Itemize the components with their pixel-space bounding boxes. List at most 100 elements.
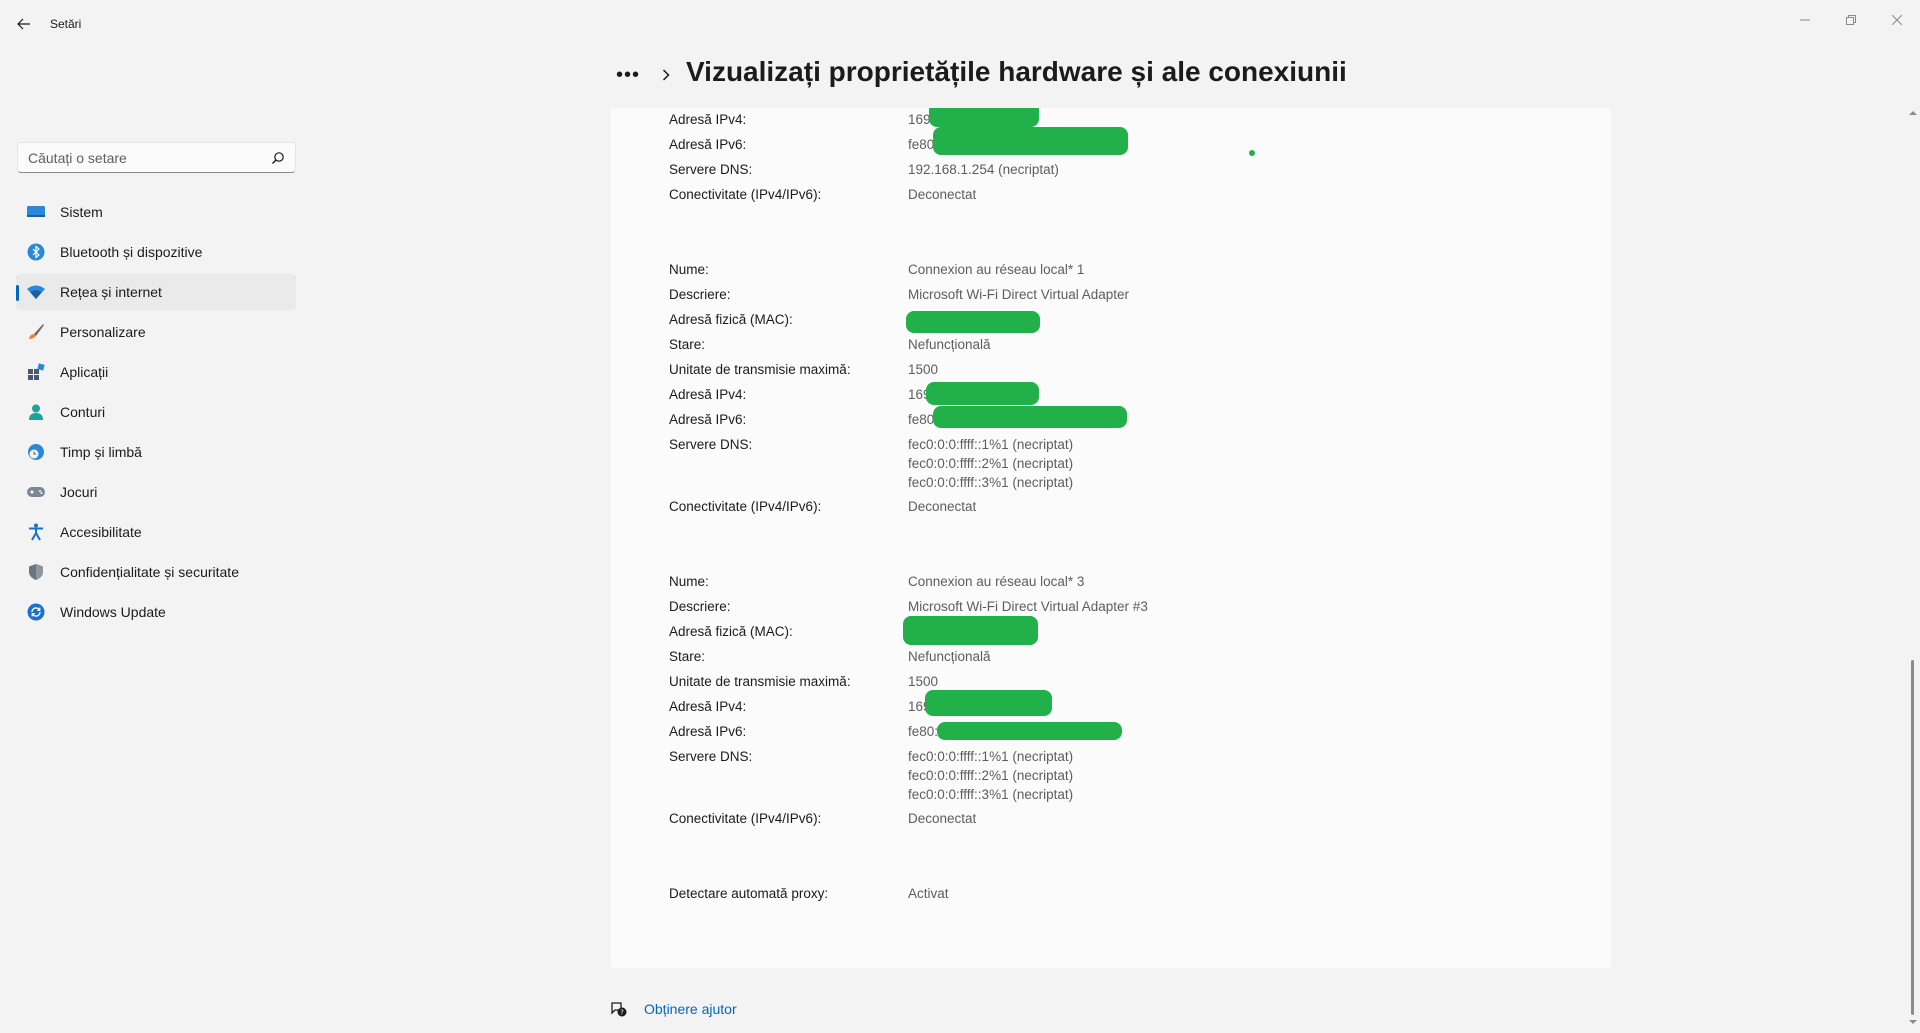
- property-label: Adresă fizică (MAC):: [669, 624, 793, 639]
- sidebar-item-label: Aplicații: [60, 364, 109, 380]
- sidebar-item-label: Conturi: [60, 404, 106, 420]
- properties-card: Adresă IPv4: 169 Adresă IPv6: fe80 Serve…: [611, 108, 1611, 968]
- property-value: 169: [908, 112, 931, 127]
- redaction-mark: [1249, 150, 1255, 156]
- redaction-mark: [933, 406, 1127, 428]
- property-label: Adresă IPv6:: [669, 412, 747, 427]
- redaction-mark: [906, 311, 1040, 333]
- sidebar-item-label: Bluetooth și dispozitive: [60, 244, 203, 260]
- property-label: Servere DNS:: [669, 749, 753, 764]
- property-value: Microsoft Wi-Fi Direct Virtual Adapter #…: [908, 599, 1148, 614]
- sidebar-item-label: Confidențialitate și securitate: [60, 564, 239, 580]
- property-value: Activat: [908, 886, 949, 901]
- shield-icon: [26, 562, 46, 582]
- sidebar-item-retea[interactable]: Rețea și internet: [16, 274, 296, 310]
- property-value: fe80: [908, 137, 935, 152]
- help-chat-icon: ?: [611, 1002, 627, 1017]
- property-value: Microsoft Wi-Fi Direct Virtual Adapter: [908, 287, 1130, 302]
- sidebar-item-windows-update[interactable]: Windows Update: [16, 594, 296, 630]
- property-label: Detectare automată proxy:: [669, 886, 829, 901]
- bluetooth-icon: [26, 242, 46, 262]
- sidebar-item-label: Accesibilitate: [60, 524, 142, 540]
- property-label: Conectivitate (IPv4/IPv6):: [669, 499, 822, 514]
- redaction-mark: [933, 127, 1128, 155]
- property-value: fec0:0:0:ffff::3%1 (necriptat): [908, 787, 1074, 802]
- sidebar-item-label: Timp și limbă: [60, 444, 142, 460]
- back-arrow-icon: [17, 18, 30, 30]
- help-section: ? Obținere ajutor: [610, 1000, 737, 1018]
- sidebar-item-timp[interactable]: Timp și limbă: [16, 434, 296, 470]
- property-value: fec0:0:0:ffff::2%1 (necriptat): [908, 456, 1074, 471]
- property-value: Nefuncțională: [908, 649, 991, 664]
- redaction-mark: [926, 382, 1039, 405]
- sidebar-item-personalizare[interactable]: Personalizare: [16, 314, 296, 350]
- property-label: Stare:: [669, 649, 706, 664]
- sidebar-item-confidentialitate[interactable]: Confidențialitate și securitate: [16, 554, 296, 590]
- close-icon: [1892, 15, 1902, 25]
- title-bar: Setări: [0, 0, 1920, 48]
- property-label: Adresă IPv4:: [669, 699, 747, 714]
- property-label: Descriere:: [669, 287, 731, 302]
- restore-icon: [1846, 15, 1856, 25]
- search-icon[interactable]: [271, 151, 285, 165]
- apps-icon: [26, 362, 46, 382]
- property-value: fec0:0:0:ffff::2%1 (necriptat): [908, 768, 1074, 783]
- minimize-icon: [1800, 19, 1810, 21]
- back-button[interactable]: [10, 12, 38, 36]
- property-label: Nume:: [669, 262, 709, 277]
- breadcrumb-more-button[interactable]: •••: [613, 60, 643, 90]
- property-value: fe80: [908, 412, 935, 427]
- brush-icon: [26, 322, 46, 342]
- property-label: Conectivitate (IPv4/IPv6):: [669, 187, 822, 202]
- scroll-up-arrow-icon[interactable]: [1908, 108, 1918, 118]
- sidebar-item-label: Windows Update: [60, 604, 166, 620]
- redaction-mark: [903, 616, 1038, 645]
- sidebar-item-label: Rețea și internet: [60, 284, 162, 300]
- property-label: Unitate de transmisie maximă:: [669, 674, 851, 689]
- sidebar-item-label: Personalizare: [60, 324, 146, 340]
- scrollbar-thumb[interactable]: [1911, 660, 1914, 1015]
- property-label: Servere DNS:: [669, 437, 753, 452]
- property-value: fec0:0:0:ffff::1%1 (necriptat): [908, 749, 1074, 764]
- update-icon: [26, 602, 46, 622]
- close-button[interactable]: [1874, 6, 1920, 34]
- svg-text:?: ?: [620, 1009, 624, 1017]
- sidebar-item-label: Sistem: [60, 204, 103, 220]
- search-input[interactable]: [28, 149, 258, 167]
- restore-button[interactable]: [1828, 6, 1874, 34]
- globe-clock-icon: [26, 442, 46, 462]
- property-value: Deconectat: [908, 187, 977, 202]
- property-value: fe80:: [908, 724, 939, 739]
- property-value: Connexion au réseau local* 1: [908, 262, 1085, 277]
- sidebar-item-conturi[interactable]: Conturi: [16, 394, 296, 430]
- property-value: 1500: [908, 362, 939, 377]
- property-label: Adresă IPv6:: [669, 724, 747, 739]
- account-icon: [26, 402, 46, 422]
- sidebar-item-bluetooth[interactable]: Bluetooth și dispozitive: [16, 234, 296, 270]
- property-label: Stare:: [669, 337, 706, 352]
- redaction-mark: [929, 108, 1039, 127]
- page-title: Vizualizați proprietățile hardware și al…: [686, 56, 1347, 87]
- property-label: Nume:: [669, 574, 709, 589]
- sidebar-item-jocuri[interactable]: Jocuri: [16, 474, 296, 510]
- property-label: Adresă IPv6:: [669, 137, 747, 152]
- gamepad-icon: [26, 482, 46, 502]
- accessibility-icon: [26, 522, 46, 542]
- property-label: Conectivitate (IPv4/IPv6):: [669, 811, 822, 826]
- sidebar-item-accesibilitate[interactable]: Accesibilitate: [16, 514, 296, 550]
- property-label: Unitate de transmisie maximă:: [669, 362, 851, 377]
- active-indicator: [16, 285, 19, 301]
- sidebar-item-aplicatii[interactable]: Aplicații: [16, 354, 296, 390]
- property-label: Adresă IPv4:: [669, 112, 747, 127]
- property-label: Descriere:: [669, 599, 731, 614]
- minimize-button[interactable]: [1782, 6, 1828, 34]
- scroll-down-arrow-icon[interactable]: [1908, 1017, 1918, 1027]
- help-link[interactable]: Obținere ajutor: [644, 1001, 737, 1017]
- property-value: Deconectat: [908, 499, 977, 514]
- property-value: Nefuncțională: [908, 337, 991, 352]
- sidebar-item-sistem[interactable]: Sistem: [16, 194, 296, 230]
- sidebar-nav: Sistem Bluetooth și dispozitive Rețea și…: [16, 194, 296, 634]
- redaction-mark: [925, 690, 1052, 716]
- property-value: fec0:0:0:ffff::1%1 (necriptat): [908, 437, 1074, 452]
- search-box[interactable]: [17, 142, 296, 173]
